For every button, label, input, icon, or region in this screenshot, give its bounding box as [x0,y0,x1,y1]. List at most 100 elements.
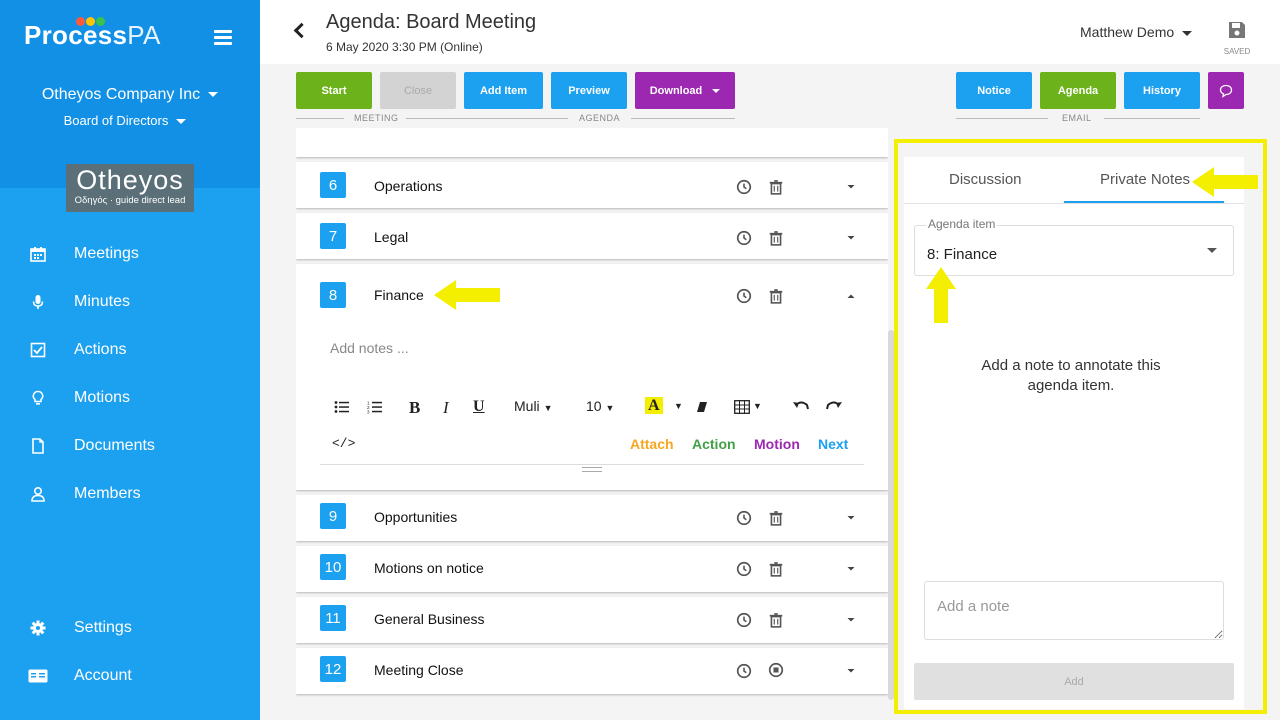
svg-text:3: 3 [367,410,370,415]
editor-divider [320,464,864,465]
agenda-row[interactable]: 12 Meeting Close [296,648,888,694]
trash-icon[interactable] [768,179,784,195]
stop-icon[interactable] [768,662,784,678]
history-button[interactable]: History [1124,72,1200,109]
clock-icon[interactable] [736,663,752,679]
trash-icon[interactable] [768,288,784,304]
agenda-item-select[interactable]: Agenda item 8: Finance [914,217,1234,276]
text-color-dropdown-icon[interactable]: ▼ [674,401,683,411]
user-menu[interactable]: Matthew Demo [1080,24,1193,40]
undo-icon[interactable] [792,399,810,413]
bullet-list-icon[interactable] [334,400,350,414]
trash-icon[interactable] [768,510,784,526]
gear-icon [30,620,46,636]
item-title[interactable]: Operations [374,178,442,194]
item-number: 7 [320,223,346,249]
clock-icon[interactable] [736,561,752,577]
board-selector[interactable]: Board of Directors [0,113,250,128]
chevron-down-icon[interactable] [846,615,856,625]
sidebar-item-members[interactable]: Members [0,474,260,514]
item-title[interactable]: Meeting Close [374,662,464,678]
chevron-down-icon[interactable] [846,182,856,192]
notice-button[interactable]: Notice [956,72,1032,109]
app-logo[interactable]: ProcessPA [24,20,161,51]
agenda-row[interactable]: 10 Motions on notice [296,546,888,592]
sidebar-item-minutes[interactable]: Minutes [0,282,260,322]
clock-icon[interactable] [736,288,752,304]
notes-editor[interactable]: Add notes ... [330,340,409,356]
chevron-down-icon[interactable] [846,233,856,243]
save-status[interactable]: SAVED [1222,20,1252,56]
menu-toggle-icon[interactable] [214,30,232,45]
sidebar-item-actions[interactable]: Actions [0,330,260,370]
table-icon[interactable] [734,400,750,414]
item-title[interactable]: Opportunities [374,509,457,525]
item-number: 8 [320,282,346,308]
company-selector[interactable]: Otheyos Company Inc [0,86,260,104]
trash-icon[interactable] [768,612,784,628]
tab-discussion[interactable]: Discussion [949,171,1022,188]
sidebar-item-account[interactable]: Account [0,656,260,696]
font-family-select[interactable]: Muli ▼ [514,398,552,414]
sidebar-item-documents[interactable]: Documents [0,426,260,466]
preview-button[interactable]: Preview [551,72,627,109]
chevron-down-icon[interactable] [846,513,856,523]
trash-icon[interactable] [768,561,784,577]
chevron-up-icon[interactable] [846,291,856,301]
numbered-list-icon[interactable]: 123 [367,400,383,414]
table-dropdown-icon[interactable]: ▼ [753,401,762,411]
clock-icon[interactable] [736,230,752,246]
page-title: Agenda: Board Meeting [326,11,537,33]
resize-handle[interactable] [582,467,602,472]
sidebar-item-settings[interactable]: Settings [0,608,260,648]
italic-button[interactable]: I [443,398,449,418]
agenda-button[interactable]: Agenda [1040,72,1116,109]
add-note-button[interactable]: Add [914,663,1234,700]
sidebar-item-meetings[interactable]: Meetings [0,234,260,274]
eraser-icon[interactable] [695,400,709,414]
underline-button[interactable]: U [473,398,485,416]
add-item-button[interactable]: Add Item [464,72,543,109]
download-button[interactable]: Download [635,72,735,109]
clock-icon[interactable] [736,612,752,628]
next-button[interactable]: Next [818,436,848,452]
document-icon [30,438,46,454]
motion-button[interactable]: Motion [754,436,800,452]
chevron-down-icon[interactable] [846,564,856,574]
agenda-row[interactable]: 6 Operations [296,162,888,208]
bold-button[interactable]: B [409,398,420,418]
sidebar-item-motions[interactable]: Motions [0,378,260,418]
agenda-row[interactable]: 9 Opportunities [296,495,888,541]
trash-icon[interactable] [768,230,784,246]
item-title[interactable]: Legal [374,229,408,245]
logo-accent: PA [127,20,161,50]
scrollbar[interactable] [888,330,894,700]
item-title[interactable]: Motions on notice [374,560,484,576]
attach-button[interactable]: Attach [630,436,674,452]
chat-button[interactable] [1208,72,1244,109]
redo-icon[interactable] [825,399,843,413]
start-button[interactable]: Start [296,72,372,109]
chevron-down-icon[interactable] [846,666,856,676]
font-size-select[interactable]: 10 ▼ [586,398,614,414]
code-view-button[interactable]: </> [332,436,355,451]
item-title[interactable]: Finance [374,287,424,303]
back-arrow-icon[interactable] [293,22,310,39]
close-button[interactable]: Close [380,72,456,109]
clock-icon[interactable] [736,510,752,526]
tab-private-notes[interactable]: Private Notes [1100,171,1190,188]
font-size-value: 10 [586,398,602,414]
agenda-row[interactable]: 11 General Business [296,597,888,643]
sidebar-item-label: Settings [74,619,132,636]
page-header: Agenda: Board Meeting 6 May 2020 3:30 PM… [260,0,1280,64]
text-color-button[interactable]: A [645,397,663,414]
chevron-down-icon [208,92,219,98]
clock-icon[interactable] [736,179,752,195]
group-divider [1104,118,1200,119]
note-input[interactable] [924,581,1224,640]
lightbulb-icon [30,390,46,406]
agenda-row-expanded[interactable]: 8 Finance Add notes ... 123 B I U Muli ▼… [296,264,888,490]
item-title[interactable]: General Business [374,611,485,627]
action-button[interactable]: Action [692,436,736,452]
agenda-row[interactable]: 7 Legal [296,213,888,259]
